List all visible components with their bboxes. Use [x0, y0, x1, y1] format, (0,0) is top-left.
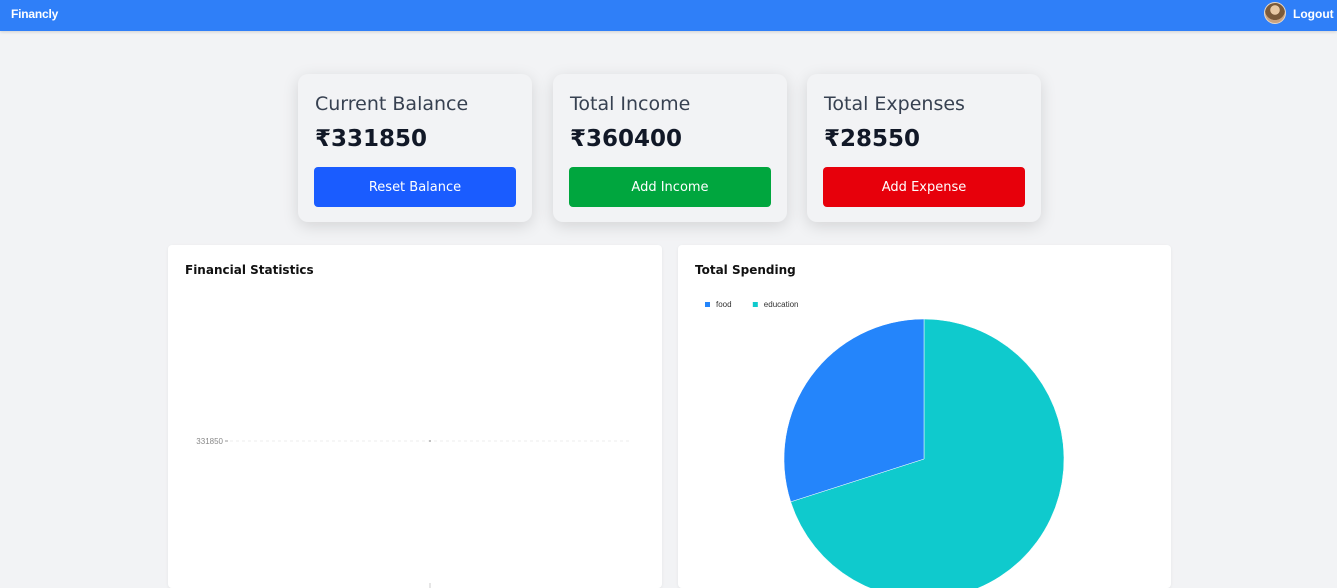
legend-label-food[interactable]: food [716, 300, 732, 309]
legend-swatch-food [705, 302, 710, 307]
add-expense-button[interactable]: Add Expense [823, 167, 1025, 207]
card-title: Current Balance [315, 93, 469, 115]
financial-statistics-chart: 331850 [196, 437, 632, 588]
card-value: ₹360400 [570, 126, 683, 152]
logout-link[interactable]: Logout [1293, 7, 1334, 21]
data-point[interactable] [429, 440, 431, 442]
card-value: ₹331850 [315, 126, 428, 152]
financial-statistics-panel: Financial Statistics 331850 [168, 245, 662, 588]
card-title: Total Expenses [824, 93, 965, 115]
brand-logo[interactable]: Financly [11, 7, 58, 21]
total-expenses-card: Total Expenses ₹28550 Add Expense [807, 74, 1041, 222]
y-tick-label: 331850 [196, 437, 223, 446]
total-spending-panel: Total Spending food education [678, 245, 1171, 588]
current-balance-card: Current Balance ₹331850 Reset Balance [298, 74, 532, 222]
user-avatar-icon[interactable] [1264, 2, 1286, 24]
reset-balance-button[interactable]: Reset Balance [314, 167, 516, 207]
card-value: ₹28550 [824, 126, 921, 152]
total-income-card: Total Income ₹360400 Add Income [553, 74, 787, 222]
add-income-button[interactable]: Add Income [569, 167, 771, 207]
total-spending-pie-chart: food education [705, 300, 1065, 588]
legend-swatch-education [752, 302, 758, 307]
legend-label-education[interactable]: education [764, 300, 799, 309]
top-navbar: Financly Logout [0, 0, 1337, 31]
card-title: Total Income [570, 93, 691, 115]
